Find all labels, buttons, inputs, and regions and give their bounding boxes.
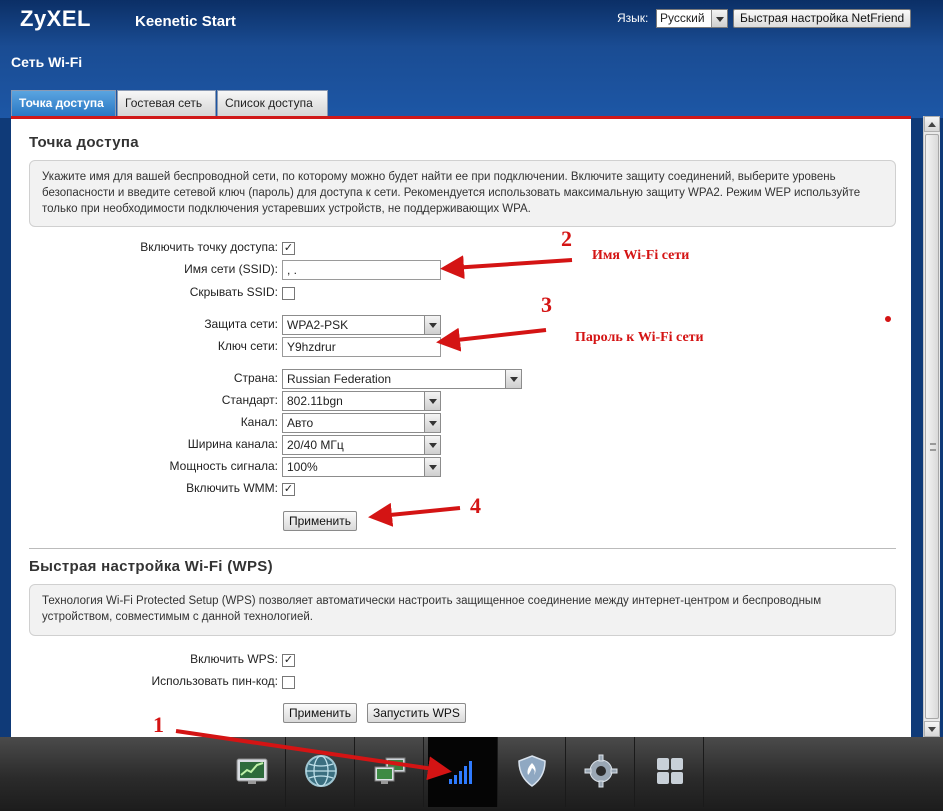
chevron-down-icon[interactable] [424,316,440,334]
scroll-thumb[interactable] [925,134,939,719]
network-computers-icon [374,757,406,784]
enable-ap-checkbox[interactable]: ✓ [282,242,295,255]
annotation-number-1: 1 [153,712,164,737]
hide-ssid-checkbox[interactable] [282,287,295,300]
channel-value: Авто [287,416,314,430]
security-value: WPA2-PSK [287,318,349,332]
dock-item-security[interactable] [498,737,566,807]
ssid-input[interactable]: , . [282,260,441,280]
power-value: 100% [287,460,318,474]
gear-icon [584,754,618,788]
annotation-number-4: 4 [470,493,481,518]
bandwidth-select[interactable]: 20/40 МГц [282,435,441,455]
tab-access-point[interactable]: Точка доступа [11,90,116,116]
language-label: Язык: [617,11,649,25]
globe-icon [305,755,337,787]
ssid-label: Имя сети (SSID): [184,262,278,276]
channel-select[interactable]: Авто [282,413,441,433]
dock-item-apps[interactable] [636,737,704,807]
wifi-signal-icon [449,761,472,784]
chevron-down-icon[interactable] [711,10,727,27]
monitor-icon [236,758,268,784]
access-point-info: Укажите имя для вашей беспроводной сети,… [29,160,896,227]
chevron-down-icon[interactable] [424,414,440,432]
scroll-down-icon[interactable] [924,721,940,737]
dock-item-home-network[interactable] [356,737,424,807]
standard-value: 802.11bgn [287,394,343,408]
dock-item-system[interactable] [567,737,635,807]
shield-icon [518,755,546,787]
access-point-title: Точка доступа [29,134,139,151]
country-select[interactable]: Russian Federation [282,369,522,389]
security-select[interactable]: WPA2-PSK [282,315,441,335]
country-value: Russian Federation [287,372,392,386]
pin-code-checkbox[interactable] [282,676,295,689]
tab-access-list[interactable]: Список доступа [217,90,328,116]
section-divider [29,548,896,549]
wmm-label: Включить WMM: [186,481,278,495]
standard-label: Стандарт: [221,393,278,407]
annotation-number-3: 3 [541,292,552,317]
chevron-down-icon[interactable] [505,370,521,388]
scroll-grip-icon [930,443,936,451]
channel-label: Канал: [240,415,278,429]
power-label: Мощность сигнала: [169,459,278,473]
bandwidth-label: Ширина канала: [187,437,278,451]
scroll-up-icon[interactable] [924,116,940,132]
annotation-number-2: 2 [561,226,572,251]
wmm-checkbox[interactable]: ✓ [282,483,295,496]
pin-code-label: Использовать пин-код: [151,674,278,688]
bottom-dock [0,737,943,811]
wps-title: Быстрая настройка Wi-Fi (WPS) [29,558,273,575]
netfriend-button[interactable]: Быстрая настройка NetFriend [733,9,912,28]
scrollbar[interactable] [923,116,940,737]
dock-item-internet[interactable] [287,737,355,807]
key-label: Ключ сети: [217,339,278,353]
page-title: Сеть Wi-Fi [11,54,83,70]
chevron-down-icon[interactable] [424,436,440,454]
dock-item-monitor[interactable] [218,737,286,807]
chevron-down-icon[interactable] [424,458,440,476]
hide-ssid-label: Скрывать SSID: [189,285,278,299]
language-select[interactable]: Русский [656,9,728,28]
security-label: Защита сети: [204,317,278,331]
bandwidth-value: 20/40 МГц [287,438,344,452]
annotation-wifi-password: Пароль к Wi-Fi сети [575,330,704,345]
zyxel-logo: ZyXEL [20,6,91,31]
main-panel: Точка доступа Укажите имя для вашей бесп… [11,116,911,737]
chevron-down-icon[interactable] [424,392,440,410]
wps-apply-button[interactable]: Применить [283,703,358,723]
enable-wps-label: Включить WPS: [190,652,278,666]
start-wps-button[interactable]: Запустить WPS [367,703,466,723]
enable-wps-checkbox[interactable]: ✓ [282,654,295,667]
dock-item-wifi[interactable] [428,737,498,807]
tab-guest-network[interactable]: Гостевая сеть [117,90,216,116]
header: ZyXEL Keenetic Start Язык: Русский Быстр… [0,0,943,118]
product-name: Keenetic Start [135,13,236,30]
annotation-wifi-name: Имя Wi-Fi сети [592,248,690,263]
network-key-input[interactable]: Y9hzdrur [282,337,441,357]
apps-grid-icon [657,758,683,784]
annotation-dot [885,316,891,322]
enable-ap-label: Включить точку доступа: [140,240,278,254]
apply-button[interactable]: Применить [283,511,358,531]
country-label: Страна: [233,371,278,385]
standard-select[interactable]: 802.11bgn [282,391,441,411]
language-value: Русский [660,11,705,25]
power-select[interactable]: 100% [282,457,441,477]
wps-info: Технология Wi-Fi Protected Setup (WPS) п… [29,584,896,636]
